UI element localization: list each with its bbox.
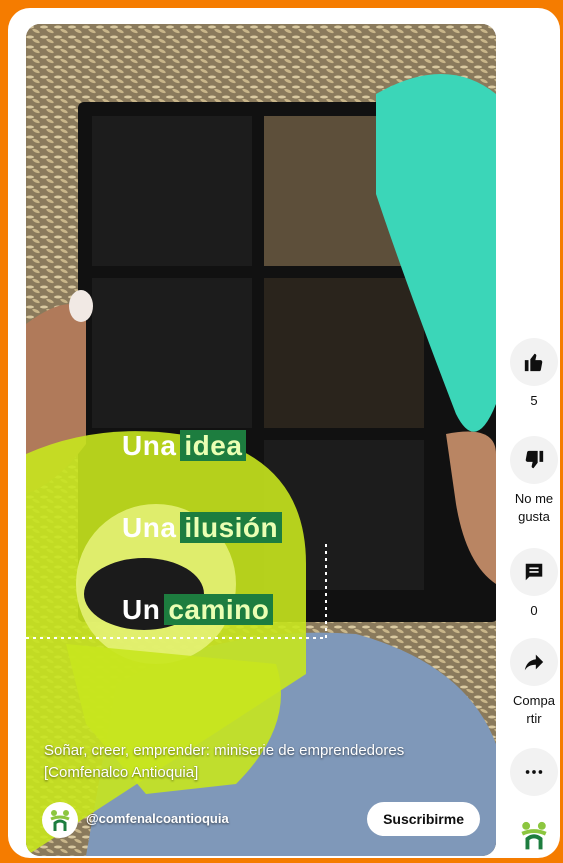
video-frame-image — [26, 24, 496, 856]
channel-row: @comfenalcoantioquia Suscribirme — [42, 800, 480, 840]
dislike-label-line-2: gusta — [518, 509, 550, 524]
overlay-line-1-plain: Una — [122, 430, 177, 461]
like-action: 5 — [498, 338, 560, 410]
overlay-line-1: Una idea — [122, 430, 247, 462]
overlay-line-3: Un camino — [122, 594, 274, 626]
channel-handle[interactable]: @comfenalcoantioquia — [86, 811, 229, 826]
share-button[interactable] — [510, 638, 558, 686]
subscribe-button[interactable]: Suscribirme — [367, 802, 480, 836]
share-icon — [524, 654, 544, 671]
overlay-line-3-highlight: camino — [164, 594, 274, 625]
dislike-label-line-1: No me — [514, 491, 554, 506]
channel-avatar[interactable] — [42, 802, 78, 838]
comment-button[interactable] — [510, 548, 558, 596]
share-label: Compa rtir — [498, 692, 560, 728]
dislike-action: No me gusta — [498, 436, 560, 526]
more-action — [498, 748, 560, 796]
more-icon — [525, 770, 543, 774]
thumb-down-icon — [525, 450, 544, 469]
overlay-line-2: Una ilusión — [122, 512, 283, 544]
overlay-line-1-highlight: idea — [180, 430, 247, 461]
channel-logo-action[interactable] — [498, 818, 560, 852]
overlay-line-3-plain: Un — [122, 594, 161, 625]
video-title[interactable]: Soñar, creer, emprender: miniserie de em… — [44, 740, 464, 784]
comfenalco-logo-icon — [521, 821, 547, 850]
comfenalco-logo-icon — [50, 810, 70, 831]
comment-action: 0 — [498, 548, 560, 620]
overlay-line-2-plain: Una — [122, 512, 177, 543]
dislike-label: No me gusta — [498, 490, 560, 526]
comment-count: 0 — [530, 603, 538, 618]
like-count: 5 — [530, 393, 538, 408]
video-player[interactable]: Una idea Una ilusión Un camino Soñar, creer… — [26, 24, 496, 856]
shorts-frame: Una idea Una ilusión Un camino Soñar, creer… — [8, 8, 560, 858]
like-button[interactable] — [510, 338, 558, 386]
share-label-line-2: rtir — [526, 711, 542, 726]
overlay-line-2-highlight: ilusión — [180, 512, 283, 543]
thumb-up-icon — [524, 353, 543, 372]
share-action: Compa rtir — [498, 638, 560, 728]
dislike-button[interactable] — [510, 436, 558, 484]
share-label-line-1: Compa — [513, 693, 555, 708]
more-button[interactable] — [510, 748, 558, 796]
comment-icon — [525, 563, 543, 581]
